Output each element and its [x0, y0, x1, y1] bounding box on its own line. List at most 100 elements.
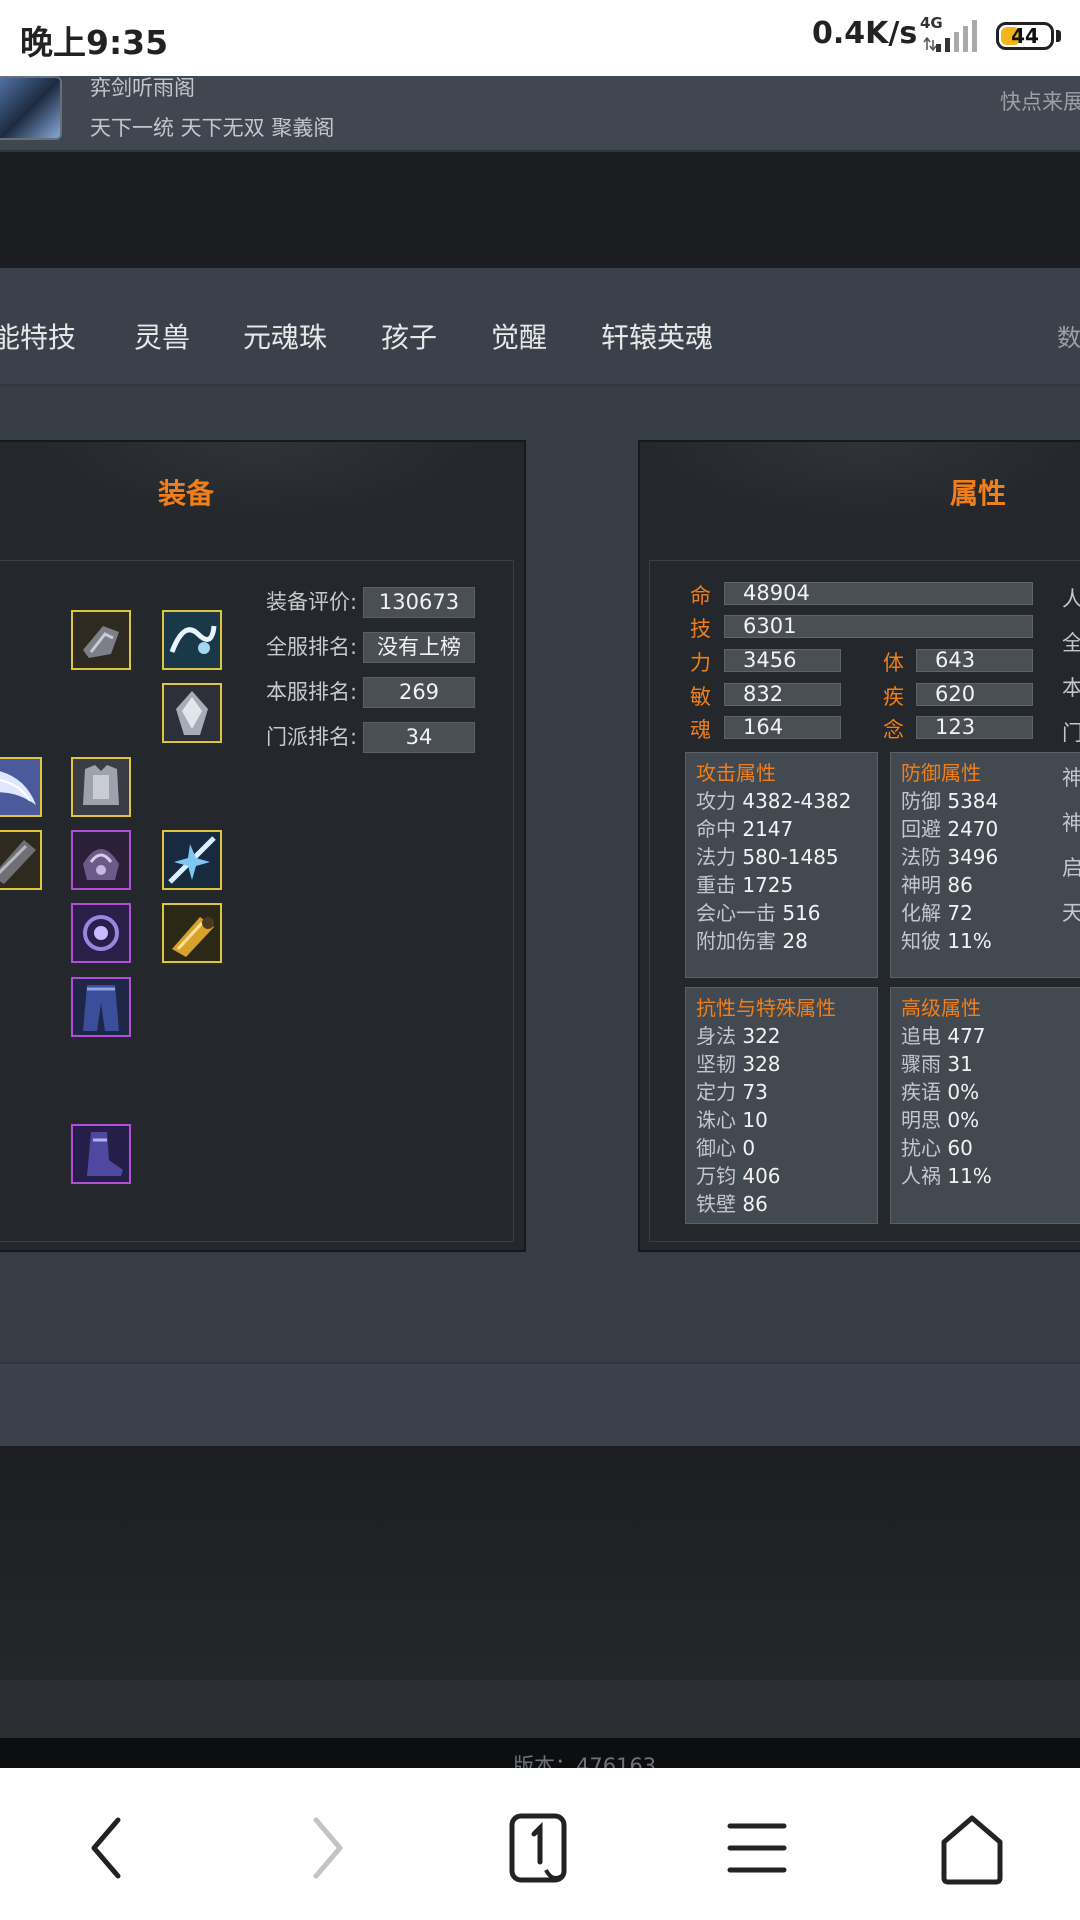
defense-line: 神明 86	[901, 873, 973, 897]
boots-icon	[73, 1126, 129, 1182]
stat-mind-value: 123	[916, 716, 1033, 739]
gear-score-value: 130673	[363, 587, 475, 618]
advanced-line: 疾语 0%	[901, 1080, 980, 1104]
helmet-icon	[73, 832, 129, 888]
attack-line: 命中 2147	[696, 817, 794, 841]
equipment-slot-wings[interactable]	[0, 757, 42, 817]
defense-line: 法防 3496	[901, 845, 999, 869]
version-bar: 版本：476163	[0, 1738, 1080, 1768]
equipment-slot-jade-dragon[interactable]	[162, 610, 222, 670]
server-rank-value: 269	[363, 677, 475, 708]
trousers-icon	[73, 979, 129, 1035]
gauntlet-icon	[73, 612, 129, 668]
silver-ornament-icon	[164, 685, 220, 741]
resistance-line: 坚韧 328	[696, 1052, 781, 1076]
network-speed: 0.4K/s	[812, 16, 918, 51]
header-link[interactable]: 快点来展	[1000, 86, 1080, 116]
advanced-attributes-title: 高级属性	[901, 996, 981, 1020]
tab-data[interactable]: 数	[1057, 318, 1080, 353]
equipment-slot-boots[interactable]	[71, 1124, 131, 1184]
stat-skill-value: 6301	[724, 615, 1033, 638]
equipment-slot-bracer[interactable]	[0, 830, 42, 890]
stat-soul-label: 魂	[690, 718, 711, 742]
tabs-button[interactable]	[490, 1798, 590, 1898]
server-rank-label: 本服排名:	[266, 680, 358, 704]
banner-area	[0, 152, 1080, 268]
advanced-line: 明思 0%	[901, 1108, 980, 1132]
server-all-rank-label: 全服排名:	[266, 635, 358, 659]
stat-mind-label: 念	[883, 718, 904, 742]
resistance-line: 诛心 10	[696, 1108, 768, 1132]
attack-line: 重击 1725	[696, 873, 794, 897]
equipment-slot-crystal-weapon[interactable]	[162, 830, 222, 890]
tabs-icon	[509, 1813, 567, 1883]
right-column-label: 全	[1062, 627, 1080, 657]
home-button[interactable]	[922, 1798, 1022, 1898]
attributes-panel: 属性 命 48904 技 6301 力 3456 体 643 敏 832 疾 6…	[638, 440, 1080, 1252]
lower-band	[0, 1362, 1080, 1448]
resistance-attributes-box: 抗性与特殊属性 身法 322 坚韧 328 定力 73 诛心 10 御心 0 万…	[685, 987, 878, 1224]
tab-spirit-beast[interactable]: 灵兽	[134, 316, 190, 356]
stat-strength-label: 力	[690, 651, 711, 675]
tab-child[interactable]: 孩子	[381, 316, 437, 356]
tab-awakening[interactable]: 觉醒	[491, 316, 547, 356]
equipment-slot-golden-cannon[interactable]	[162, 903, 222, 963]
equipment-slot-silver-ornament[interactable]	[162, 683, 222, 743]
resistance-line: 御心 0	[696, 1136, 756, 1160]
amulet-icon	[73, 905, 129, 961]
equipment-slot-armor[interactable]	[71, 757, 131, 817]
character-name: 弈剑听雨阁	[90, 76, 195, 100]
tab-xuanyuan-soul[interactable]: 轩辕英魂	[601, 316, 713, 356]
stat-speed-value: 620	[916, 683, 1033, 706]
avatar[interactable]	[0, 76, 62, 140]
forward-button[interactable]	[276, 1798, 376, 1898]
tab-special-skills[interactable]: 能特技	[0, 316, 76, 356]
equipment-slot-helmet[interactable]	[71, 830, 131, 890]
bracer-icon	[0, 832, 40, 888]
background-art	[0, 1446, 1080, 1680]
defense-line: 化解 72	[901, 901, 973, 925]
right-column-label: 启	[1062, 852, 1080, 882]
attack-line: 攻力 4382-4382	[696, 789, 852, 813]
jade-dragon-icon	[164, 612, 220, 668]
equipment-slot-amulet[interactable]	[71, 903, 131, 963]
equipment-slot-trousers[interactable]	[71, 977, 131, 1037]
back-button[interactable]	[56, 1798, 156, 1898]
advanced-line: 骤雨 31	[901, 1052, 973, 1076]
attack-line: 附加伤害 28	[696, 929, 808, 953]
stat-soul-value: 164	[724, 716, 841, 739]
golden-cannon-icon	[164, 905, 220, 961]
server-all-rank-value: 没有上榜	[363, 632, 475, 663]
menu-icon	[727, 1823, 787, 1873]
menu-button[interactable]	[706, 1798, 806, 1898]
defense-line: 回避 2470	[901, 817, 999, 841]
forward-icon	[313, 1817, 343, 1879]
footer-band	[0, 1680, 1080, 1738]
equipment-panel: 装备 装备评价: 130673 全服排名: 没有上榜 本服排名: 269 门派排…	[0, 440, 526, 1252]
resistance-line: 身法 322	[696, 1024, 781, 1048]
sect-rank-label: 门派排名:	[266, 725, 358, 749]
right-column-label: 神	[1062, 807, 1080, 837]
defense-attributes-title: 防御属性	[901, 761, 981, 785]
stat-speed-label: 疾	[883, 685, 904, 709]
battery-level: 44	[1011, 24, 1039, 48]
stat-constitution-label: 体	[883, 651, 904, 675]
advanced-line: 追电 477	[901, 1024, 986, 1048]
status-time: 晚上9:35	[20, 23, 169, 62]
defense-line: 防御 5384	[901, 789, 999, 813]
version-text: 版本：476163	[513, 1754, 657, 1768]
resistance-line: 万钧 406	[696, 1164, 781, 1188]
defense-attributes-box: 防御属性 防御 5384 回避 2470 法防 3496 神明 86 化解 72…	[890, 752, 1080, 978]
equipment-slot-gauntlet[interactable]	[71, 610, 131, 670]
armor-icon	[73, 759, 129, 815]
tab-soul-pearl[interactable]: 元魂珠	[243, 316, 327, 356]
browser-navbar	[0, 1768, 1080, 1920]
attack-attributes-box: 攻击属性 攻力 4382-4382 命中 2147 法力 580-1485 重击…	[685, 752, 878, 978]
tab-bar: 能特技 灵兽 元魂珠 孩子 觉醒 轩辕英魂 数	[0, 268, 1080, 386]
stat-strength-value: 3456	[724, 649, 841, 672]
stat-agility-value: 832	[724, 683, 841, 706]
advanced-line: 扰心 60	[901, 1136, 973, 1160]
right-column-label: 本	[1062, 672, 1080, 702]
resistance-attributes-title: 抗性与特殊属性	[696, 996, 836, 1020]
stat-skill-label: 技	[690, 617, 711, 641]
